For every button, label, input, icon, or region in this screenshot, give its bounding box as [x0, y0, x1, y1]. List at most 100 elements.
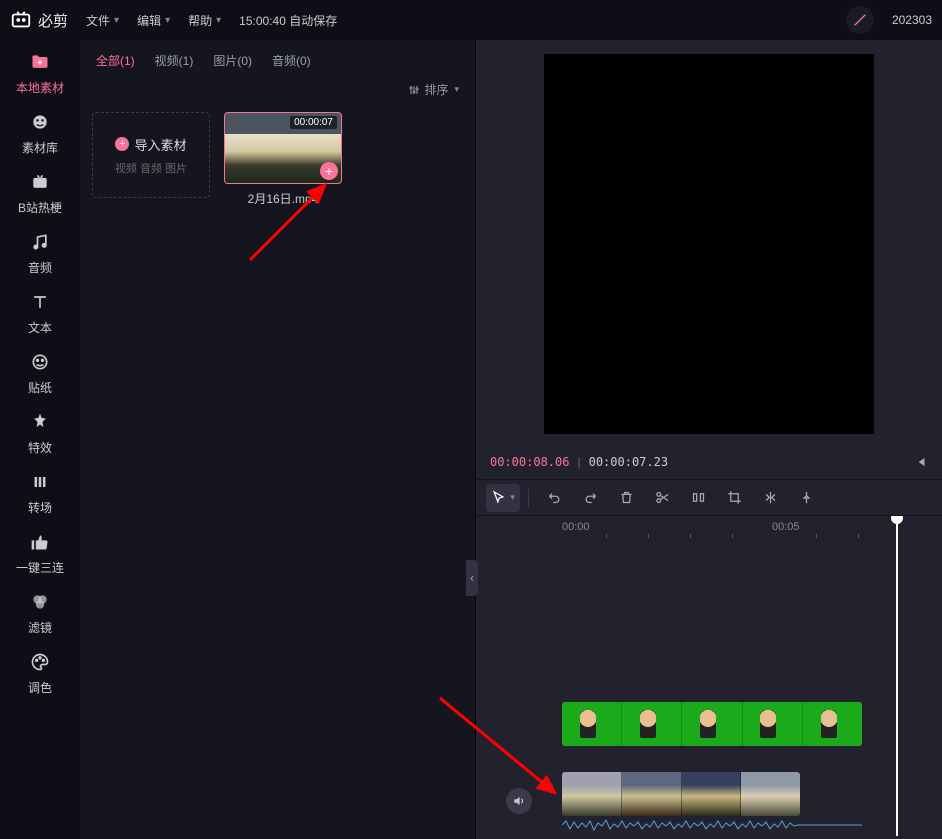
- logo-icon: [10, 9, 32, 31]
- top-date: 202303: [892, 13, 932, 27]
- timeline[interactable]: 00:00 00:05: [476, 516, 942, 839]
- redo-button[interactable]: [573, 484, 607, 512]
- pointer-tool[interactable]: ▾: [486, 484, 520, 512]
- clip-add-button[interactable]: +: [320, 162, 338, 180]
- chevron-down-icon: ▾: [165, 15, 170, 26]
- menu-file[interactable]: 文件 ▾: [86, 12, 119, 29]
- collapse-handle[interactable]: ‹: [466, 560, 478, 596]
- pin-button[interactable]: [789, 484, 823, 512]
- music-icon: [30, 232, 50, 255]
- chevron-down-icon: ▾: [114, 15, 119, 26]
- sidebar-item-label: 文本: [28, 319, 52, 336]
- playback-current-time: 00:00:08.06: [490, 455, 569, 469]
- timeline-clip-greenscreen[interactable]: [562, 702, 862, 746]
- sliders-icon: [408, 84, 420, 96]
- tab-all[interactable]: 全部(1): [96, 52, 135, 69]
- sidebar-item-label: 特效: [28, 439, 52, 456]
- palette-icon: [30, 652, 50, 675]
- media-tabs: 全部(1) 视频(1) 图片(0) 音频(0): [80, 40, 475, 77]
- preview-canvas[interactable]: [544, 54, 874, 434]
- sidebar-item-label: 调色: [28, 679, 52, 696]
- topbar: 必剪 文件 ▾ 编辑 ▾ 帮助 ▾ 15:00:40 自动保存 202303: [0, 0, 942, 40]
- timeline-clip-fireworks[interactable]: [562, 772, 800, 816]
- transition-icon: [30, 472, 50, 495]
- sidebar-item-filter[interactable]: 滤镜: [8, 588, 72, 640]
- tv-icon: [30, 172, 50, 195]
- media-pane: 全部(1) 视频(1) 图片(0) 音频(0) 排序 ▾ + 导入素材 视频 音…: [80, 40, 476, 839]
- sticker-icon: [30, 352, 50, 375]
- app-name: 必剪: [38, 10, 68, 31]
- brush-icon: [852, 12, 868, 28]
- sort-label: 排序: [424, 81, 448, 98]
- sidebar-item-label: 素材库: [22, 139, 58, 156]
- chevron-down-icon: ▾: [454, 84, 459, 95]
- menu-help[interactable]: 帮助 ▾: [188, 12, 221, 29]
- delete-button[interactable]: [609, 484, 643, 512]
- sidebar-item-label: 音频: [28, 259, 52, 276]
- thumbs-up-icon: [30, 532, 50, 555]
- sidebar-item-effect[interactable]: 特效: [8, 408, 72, 460]
- import-sublabel: 视频 音频 图片: [115, 160, 187, 176]
- cut-button[interactable]: [645, 484, 679, 512]
- ruler-label: 00:00: [562, 521, 590, 533]
- tab-audio[interactable]: 音频(0): [272, 52, 311, 69]
- magic-icon: [30, 412, 50, 435]
- preview-area: [476, 40, 942, 444]
- text-icon: [30, 292, 50, 315]
- menu-edit-label: 编辑: [137, 12, 161, 29]
- undo-button[interactable]: [537, 484, 571, 512]
- left-sidebar: 本地素材 素材库 B站热梗 音频 文本 贴纸 特效 转场: [0, 40, 80, 839]
- prev-frame-button[interactable]: [914, 455, 928, 469]
- mirror-icon: [763, 490, 778, 505]
- menu-file-label: 文件: [86, 12, 110, 29]
- ruler-label: 00:05: [772, 521, 800, 533]
- import-media-button[interactable]: + 导入素材 视频 音频 图片: [92, 112, 210, 198]
- sidebar-item-color[interactable]: 调色: [8, 648, 72, 700]
- split-button[interactable]: [681, 484, 715, 512]
- plus-icon: +: [115, 137, 129, 151]
- sidebar-item-label: 本地素材: [16, 79, 64, 96]
- timeline-toolbar: ▾: [476, 480, 942, 516]
- mirror-button[interactable]: [753, 484, 787, 512]
- brush-button[interactable]: [846, 6, 874, 34]
- split-icon: [691, 490, 706, 505]
- timeline-ruler[interactable]: 00:00 00:05: [476, 516, 942, 542]
- timeline-audio-waveform[interactable]: [562, 818, 862, 832]
- right-area: 00:00:08.06 | 00:00:07.23 ▾ 00:00 00:: [476, 40, 942, 839]
- sidebar-item-text[interactable]: 文本: [8, 288, 72, 340]
- crop-button[interactable]: [717, 484, 751, 512]
- track-mute-button[interactable]: [506, 788, 532, 814]
- sidebar-item-local[interactable]: 本地素材: [8, 48, 72, 100]
- clip-thumbnail: 00:00:07 +: [224, 112, 342, 184]
- playhead[interactable]: [896, 516, 898, 836]
- menu-edit[interactable]: 编辑 ▾: [137, 12, 170, 29]
- chevron-down-icon: ▾: [216, 15, 221, 26]
- autosave-status: 15:00:40 自动保存: [239, 12, 337, 29]
- redo-icon: [583, 490, 598, 505]
- undo-icon: [547, 490, 562, 505]
- sidebar-item-bmeme[interactable]: B站热梗: [8, 168, 72, 220]
- sidebar-item-audio[interactable]: 音频: [8, 228, 72, 280]
- chevron-down-icon: ▾: [510, 492, 515, 503]
- sidebar-item-transition[interactable]: 转场: [8, 468, 72, 520]
- playback-total-time: 00:00:07.23: [589, 455, 668, 469]
- sidebar-item-label: 转场: [28, 499, 52, 516]
- tab-image[interactable]: 图片(0): [213, 52, 252, 69]
- pointer-icon: [491, 490, 506, 505]
- sidebar-item-label: 滤镜: [28, 619, 52, 636]
- sidebar-item-library[interactable]: 素材库: [8, 108, 72, 160]
- scissors-icon: [655, 490, 670, 505]
- sort-button[interactable]: 排序 ▾: [80, 77, 475, 102]
- sidebar-item-sticker[interactable]: 贴纸: [8, 348, 72, 400]
- sidebar-item-triple[interactable]: 一键三连: [8, 528, 72, 580]
- import-label: 导入素材: [134, 135, 186, 154]
- sidebar-item-label: 一键三连: [16, 559, 64, 576]
- sidebar-item-label: B站热梗: [18, 199, 62, 216]
- menu-help-label: 帮助: [188, 12, 212, 29]
- crop-icon: [727, 490, 742, 505]
- app-logo: 必剪: [10, 9, 68, 31]
- media-clip[interactable]: 00:00:07 + 2月16日.mp4: [224, 112, 342, 207]
- time-separator: |: [577, 455, 580, 469]
- library-icon: [30, 112, 50, 135]
- tab-video[interactable]: 视频(1): [155, 52, 194, 69]
